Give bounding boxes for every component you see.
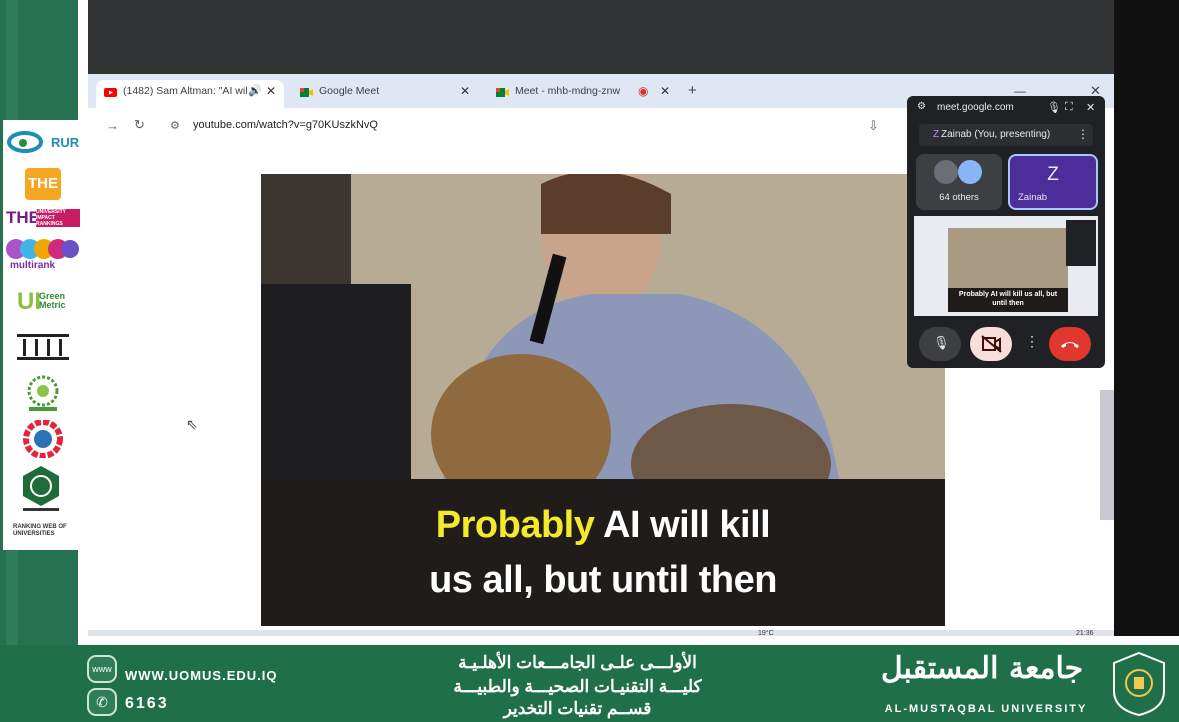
bottom-white-stripe <box>78 636 1179 645</box>
meet-url: meet.google.com <box>937 102 1014 113</box>
phone-icon: ✆ <box>87 688 117 716</box>
multirank-logo: multirank <box>6 238 80 272</box>
meet-icon <box>300 85 313 98</box>
others-tile[interactable]: 64 others <box>916 154 1002 210</box>
sdg-logo <box>23 419 63 459</box>
side-content-fragment <box>1100 390 1114 520</box>
tab-meet-call[interactable]: Meet - mhb-mdng-znw ◉ ✕ <box>488 80 678 108</box>
self-name: Zainab <box>1018 192 1048 203</box>
caption-line-1: Probably AI will kill <box>435 504 771 546</box>
speaker-icon[interactable]: 🔊 <box>248 80 262 102</box>
end-call-button[interactable] <box>1049 327 1091 361</box>
others-count: 64 others <box>939 192 979 203</box>
mouse-cursor-icon: ⇖ <box>186 416 198 432</box>
institution-columns-logo <box>15 332 71 362</box>
rankings-logo-column: RUR THE THE UNIVERSITY IMPACT RANKINGS m… <box>3 120 80 550</box>
footer-arabic-line-3: قســم تقنيات التخدير <box>503 699 652 718</box>
forward-icon[interactable]: → <box>106 118 119 133</box>
tune-icon[interactable]: ⚙ <box>917 101 926 112</box>
the-impact-logo: THE UNIVERSITY IMPACT RANKINGS <box>6 208 80 230</box>
more-options-icon[interactable]: ⋮ <box>1077 127 1089 141</box>
arab-engineers-logo <box>19 464 63 512</box>
call-controls: 🎙 ⋮ <box>907 323 1105 368</box>
footer-banner: www WWW.UOMUS.EDU.IQ ✆ 6163 الأولـــى عل… <box>0 645 1179 722</box>
footer-arabic-line-1: الأولـــى علـى الجامـــعات الأهلـيـة <box>458 653 697 672</box>
mic-icon[interactable]: 🎙 <box>1047 101 1061 114</box>
footer-phone: 6163 <box>125 695 169 712</box>
meet-popup: ⚙ meet.google.com 🎙 ⛶ ✕ Z Zainab (You, p… <box>907 96 1105 368</box>
top-dark-area <box>88 0 1114 74</box>
caption-line-2: us all, but until then <box>429 559 777 601</box>
camera-off-button[interactable] <box>970 327 1012 361</box>
close-popup-icon[interactable]: ✕ <box>1086 101 1095 114</box>
site-info-icon[interactable]: ⚙ <box>170 119 180 132</box>
rur-logo: RUR <box>7 126 79 158</box>
screen-share-preview: Probably AI will kill us all, but until … <box>914 216 1098 316</box>
webometrics-logo: RANKING WEB OF UNIVERSITIES <box>13 524 67 537</box>
tab-youtube[interactable]: (1482) Sam Altman: "AI wil 🔊 ✕ <box>96 80 284 108</box>
university-english-name: AL-MUSTAQBAL UNIVERSITY <box>884 703 1088 715</box>
recording-icon: ◉ <box>638 84 649 98</box>
footer-website: WWW.UOMUS.EDU.IQ <box>125 668 278 683</box>
close-tab-icon[interactable]: ✕ <box>660 80 670 102</box>
presenting-label: Zainab (You, presenting) <box>941 129 1051 140</box>
youtube-icon <box>104 85 117 98</box>
url-text[interactable]: youtube.com/watch?v=g70KUszkNvQ <box>193 119 378 131</box>
close-tab-icon[interactable]: ✕ <box>460 80 470 102</box>
tab-google-meet[interactable]: Google Meet ✕ <box>292 80 478 108</box>
expand-icon[interactable]: ⛶ <box>1065 101 1073 114</box>
more-options-icon[interactable]: ⋮ <box>1025 333 1039 350</box>
right-dark-area <box>1114 0 1179 636</box>
university-arabic-name: جامعة المستقبل <box>880 651 1084 686</box>
avatar <box>934 160 958 184</box>
university-seal-logo <box>1110 651 1168 717</box>
reload-icon[interactable]: ↻ <box>134 117 145 133</box>
web-icon: www <box>87 655 117 683</box>
the-logo: THE <box>25 168 61 200</box>
self-initial: Z <box>1047 164 1059 185</box>
self-tile[interactable]: Z Zainab <box>1008 154 1098 210</box>
preview-caption: Probably AI will kill us all, but until … <box>958 291 1058 307</box>
install-icon[interactable]: ⇩ <box>868 118 879 134</box>
video-player[interactable]: Probably AI will kill us all, but until … <box>261 174 945 626</box>
new-tab-button[interactable]: + <box>688 80 708 108</box>
close-tab-icon[interactable]: ✕ <box>266 80 276 102</box>
footer-arabic-line-2: كليـــة التقنيـات الصحيـــة والطبيـــة <box>453 677 702 696</box>
mic-button[interactable]: 🎙 <box>919 327 961 361</box>
greenmetric-logo: UI Green Metric <box>17 288 66 315</box>
presenter-initial: Z <box>933 129 940 140</box>
arab-rankings-logo <box>23 375 63 413</box>
meet-icon <box>496 85 509 98</box>
avatar <box>958 160 982 184</box>
caption-background <box>261 479 945 626</box>
